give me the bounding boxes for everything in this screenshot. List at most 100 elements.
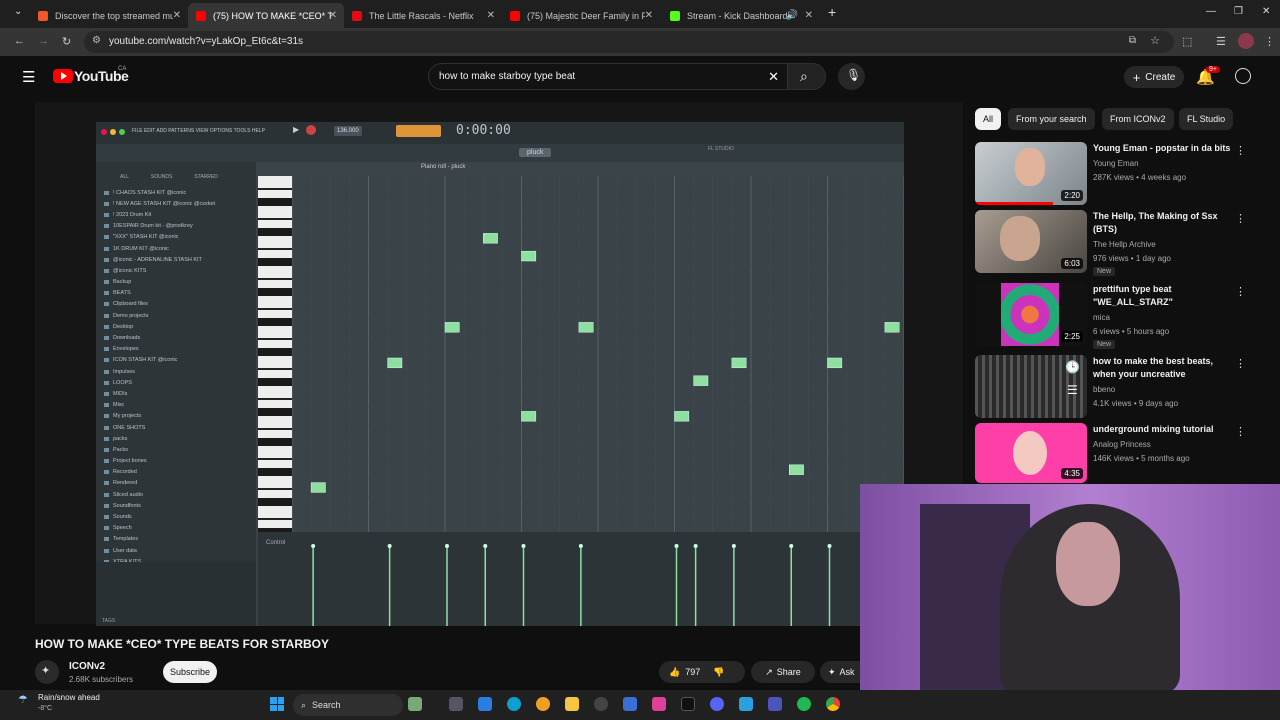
recommendation-channel[interactable]: mica	[1093, 313, 1110, 322]
recommendation-item[interactable]: 2:20 Young Eman - popstar in da bits You…	[975, 142, 1255, 206]
browser-folder[interactable]: 1K DRUM KIT @iconic	[104, 243, 254, 254]
browser-folder[interactable]: ! 2023 Drum Kit	[104, 209, 254, 220]
browser-folder[interactable]: "XXX" STASH KIT @iconic	[104, 232, 254, 243]
bookmark-star-icon[interactable]: ☆	[1150, 34, 1160, 47]
fl-main-menu[interactable]: FILE EDIT ADD PATTERNS VIEW OPTIONS TOOL…	[132, 128, 265, 134]
spotify-app-icon[interactable]	[797, 697, 811, 711]
browser-folder[interactable]: BEATS	[104, 288, 254, 299]
velocity-handle[interactable]	[483, 544, 488, 548]
tab-search-icon[interactable]: ⌄	[14, 6, 22, 17]
recommendation-title[interactable]: Young Eman - popstar in da bits	[1093, 142, 1233, 155]
recommendation-title[interactable]: underground mixing tutorial	[1093, 423, 1233, 436]
app-icon[interactable]	[739, 697, 753, 711]
browser-folder[interactable]: Packs	[104, 444, 254, 455]
recommendation-channel[interactable]: Young Eman	[1093, 159, 1139, 168]
chip-fl-studio[interactable]: FL Studio	[1179, 108, 1234, 130]
browser-menu-icon[interactable]: ⋮	[1264, 35, 1275, 48]
account-avatar[interactable]	[1235, 68, 1251, 84]
midi-note[interactable]	[789, 464, 804, 475]
piano-keyboard[interactable]	[258, 176, 292, 532]
browser-folder[interactable]: Downloads	[104, 332, 254, 343]
menu-icon[interactable]: ☰	[22, 68, 35, 86]
midi-note[interactable]	[693, 375, 709, 386]
task-view-icon[interactable]	[449, 697, 463, 711]
velocity-handle[interactable]	[445, 544, 449, 548]
share-button[interactable]: ↗ Share	[751, 661, 815, 683]
recommendation-item[interactable]: 🕒 ☰ how to make the best beats, when you…	[975, 355, 1255, 419]
install-app-icon[interactable]: ⧉	[1129, 35, 1136, 46]
browser-folder[interactable]: Clipboard files	[104, 299, 254, 310]
close-tab-icon[interactable]: ✕	[173, 10, 181, 21]
taskbar-search-box[interactable]: ⌕ Search	[293, 694, 403, 716]
browser-folder[interactable]: ! NEW AGE STASH KIT @iconic @csxket	[104, 198, 254, 209]
recommendation-title[interactable]: how to make the best beats, when your un…	[1093, 355, 1233, 381]
close-tab-icon[interactable]: ✕	[487, 10, 495, 21]
reload-icon[interactable]: ↻	[62, 35, 71, 48]
midi-note[interactable]	[731, 357, 747, 369]
browser-folder[interactable]: packs	[104, 433, 254, 444]
weather-text[interactable]: Rain/snow ahead	[38, 693, 100, 702]
chip-all[interactable]: All	[975, 108, 1002, 130]
terminal-app-icon[interactable]	[681, 697, 695, 711]
midi-note[interactable]	[387, 357, 403, 369]
velocity-handle[interactable]	[578, 544, 583, 548]
channel-avatar[interactable]: ✦	[35, 660, 59, 684]
video-thumbnail[interactable]: 2:20	[975, 142, 1087, 205]
recommendation-title[interactable]: prettifun type beat "WE_ALL_STARZ"	[1093, 283, 1233, 309]
browser-folder[interactable]: Project bones	[104, 456, 254, 467]
browser-tab-3[interactable]: The Little Rascals - Netflix ✕	[344, 3, 502, 28]
settings-app-icon[interactable]	[594, 697, 608, 711]
recommendation-channel[interactable]: Analog Princess	[1093, 440, 1151, 449]
more-actions-icon[interactable]: ⋮	[1235, 144, 1246, 157]
edge-app-icon[interactable]	[507, 697, 521, 711]
browser-folder[interactable]: Rendered	[104, 478, 254, 489]
search-input[interactable]: how to make starboy type beat	[439, 71, 575, 82]
browser-tab-starred[interactable]: STARRED	[194, 174, 218, 183]
browser-folder[interactable]: ICON STASH KIT @iconic	[104, 355, 254, 366]
midi-note[interactable]	[483, 233, 498, 244]
extensions-icon[interactable]: ⬚	[1182, 35, 1192, 48]
search-box[interactable]: how to make starboy type beat ✕	[428, 63, 788, 90]
video-thumbnail[interactable]: 6:03	[975, 210, 1087, 273]
browser-folder[interactable]: Soundfonts	[104, 500, 254, 511]
like-icon[interactable]: 👍	[669, 667, 680, 678]
browser-folder[interactable]: Envelopes	[104, 344, 254, 355]
velocity-handle[interactable]	[674, 544, 679, 548]
chip-from-search[interactable]: From your search	[1008, 108, 1095, 130]
browser-tab-1[interactable]: Discover the top streamed mu ✕	[30, 3, 188, 28]
back-icon[interactable]: ←	[14, 35, 25, 47]
velocity-lane[interactable]	[292, 532, 904, 626]
velocity-handle[interactable]	[311, 544, 316, 548]
midi-note[interactable]	[444, 322, 460, 333]
browser-folder[interactable]: Misc	[104, 400, 254, 411]
profile-avatar[interactable]	[1238, 33, 1254, 49]
channel-name[interactable]: ICONv2	[69, 661, 105, 672]
recommendation-item[interactable]: 2:25 prettifun type beat "WE_ALL_STARZ" …	[975, 283, 1255, 349]
browser-folder[interactable]: Recorded	[104, 467, 254, 478]
address-bar[interactable]: ⚙ youtube.com/watch?v=yLakOp_Et6c&t=31s …	[84, 31, 1174, 53]
close-window-icon[interactable]: ✕	[1262, 6, 1270, 17]
browser-tab-all[interactable]: ALL	[120, 174, 129, 183]
midi-note[interactable]	[521, 250, 537, 262]
search-button[interactable]: ⌕	[788, 63, 826, 90]
browser-tab-2[interactable]: (75) HOW TO MAKE *CEO* TYP ✕	[188, 3, 344, 28]
video-thumbnail[interactable]: 🕒 ☰	[975, 355, 1087, 418]
close-tab-icon[interactable]: ✕	[645, 10, 653, 21]
chrome-app-icon[interactable]	[826, 697, 840, 711]
browser-folder[interactable]: MIDIs	[104, 388, 254, 399]
chip-from-channel[interactable]: From ICONv2	[1102, 108, 1174, 130]
recommendation-item[interactable]: 4:35 underground mixing tutorial Analog …	[975, 423, 1255, 487]
add-to-queue-icon[interactable]: ☰	[1067, 383, 1078, 397]
recommendation-channel[interactable]: The Hellp Archive	[1093, 240, 1156, 249]
browser-folder[interactable]: Backup	[104, 277, 254, 288]
more-actions-icon[interactable]: ⋮	[1235, 357, 1246, 370]
piano-roll-grid[interactable]	[292, 176, 904, 532]
subscribe-button[interactable]: Subscribe	[163, 661, 217, 683]
recommendation-item[interactable]: 6:03 The Hellp, The Making of Ssx (BTS) …	[975, 210, 1255, 276]
browser-folder[interactable]: LOOPS	[104, 377, 254, 388]
close-tab-icon[interactable]: ✕	[805, 10, 813, 21]
url-text[interactable]: youtube.com/watch?v=yLakOp_Et6c&t=31s	[109, 36, 303, 47]
browser-folder[interactable]: ONE SHOTS	[104, 422, 254, 433]
velocity-handle[interactable]	[693, 544, 698, 548]
snap-toolbar[interactable]	[396, 125, 441, 137]
